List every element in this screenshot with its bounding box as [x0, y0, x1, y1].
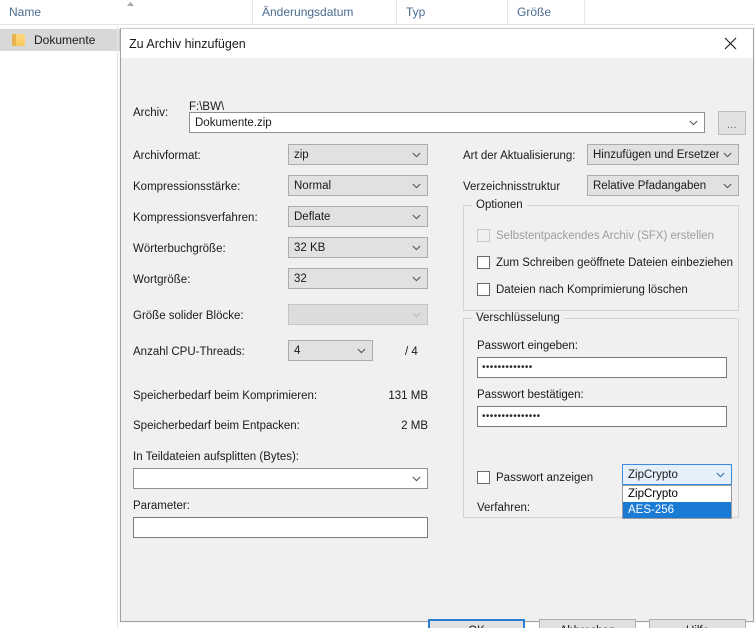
- checkbox-show-password-label: Passwort anzeigen: [496, 471, 594, 484]
- close-icon[interactable]: [708, 29, 753, 58]
- checkbox-delete-after-compression[interactable]: Dateien nach Komprimierung löschen: [477, 283, 688, 296]
- checkbox-show-password-box[interactable]: [477, 471, 490, 484]
- cancel-button[interactable]: Abbrechen: [539, 619, 636, 628]
- add-to-archive-dialog: Zu Archiv hinzufügen Archiv: F:\BW\ Doku…: [120, 28, 754, 628]
- cpu-threads-label: Anzahl CPU-Threads:: [133, 346, 245, 358]
- options-group: Optionen Selbstentpackendes Archiv (SFX)…: [463, 199, 739, 311]
- solid-block-size-combo: [288, 304, 428, 325]
- chevron-down-icon: [408, 238, 424, 257]
- chevron-down-icon: [408, 269, 424, 288]
- cpu-threads-value: 4: [294, 344, 301, 357]
- update-mode-combo[interactable]: Hinzufügen und Ersetzen: [587, 144, 739, 165]
- parameters-input[interactable]: [133, 517, 428, 538]
- compression-method-label: Kompressionsverfahren:: [133, 212, 258, 224]
- compression-level-combo[interactable]: Normal: [288, 175, 428, 196]
- archive-format-label: Archivformat:: [133, 150, 201, 162]
- encryption-method-value: ZipCrypto: [628, 468, 678, 481]
- help-button[interactable]: Hilfe: [649, 619, 746, 628]
- checkbox-show-password[interactable]: Passwort anzeigen: [477, 471, 593, 484]
- chevron-down-icon: [408, 305, 424, 324]
- word-size-combo[interactable]: 32: [288, 268, 428, 289]
- parameters-label: Parameter:: [133, 500, 190, 512]
- explorer-pane-divider: [117, 25, 118, 628]
- chevron-down-icon: [408, 176, 424, 195]
- list-item[interactable]: Dokumente: [0, 29, 120, 51]
- dropdown-option-aes256[interactable]: AES-256: [623, 502, 731, 518]
- sort-ascending-icon: [126, 1, 135, 7]
- column-header-type-label: Typ: [406, 5, 426, 19]
- solid-block-size-label: Größe solider Blöcke:: [133, 310, 244, 322]
- archive-format-combo[interactable]: zip: [288, 144, 428, 165]
- folder-icon: [12, 34, 25, 46]
- ok-button[interactable]: OK: [428, 619, 525, 628]
- checkbox-include-open-files[interactable]: Zum Schreiben geöffnete Dateien einbezie…: [477, 256, 733, 269]
- compression-method-value: Deflate: [294, 210, 331, 223]
- update-mode-value: Hinzufügen und Ersetzen: [593, 148, 719, 161]
- chevron-down-icon: [719, 145, 735, 164]
- options-group-title: Optionen: [472, 199, 527, 211]
- checkbox-sfx: Selbstentpackendes Archiv (SFX) erstelle…: [477, 229, 714, 242]
- column-header-size[interactable]: Größe: [508, 0, 585, 25]
- path-mode-value: Relative Pfadangaben: [593, 179, 707, 192]
- column-header-name-label: Name: [9, 5, 42, 19]
- split-volumes-label: In Teildateien aufsplitten (Bytes):: [133, 451, 299, 463]
- browse-button-label: ...: [727, 120, 737, 131]
- memory-compress-value: 131 MB: [388, 390, 428, 402]
- encryption-method-label: Verfahren:: [477, 502, 531, 514]
- column-header-size-label: Größe: [517, 5, 552, 19]
- password-label: Passwort eingeben:: [477, 340, 579, 352]
- archive-name-combo[interactable]: Dokumente.zip: [189, 112, 705, 133]
- dialog-title: Zu Archiv hinzufügen: [129, 37, 246, 51]
- browse-button[interactable]: ...: [718, 111, 746, 135]
- memory-compress-label: Speicherbedarf beim Komprimieren:: [133, 390, 318, 402]
- encryption-method-dropdown-list[interactable]: ZipCrypto AES-256: [622, 485, 732, 519]
- column-header-modified-label: Änderungsdatum: [262, 5, 354, 19]
- chevron-down-icon: [408, 207, 424, 226]
- password-input[interactable]: •••••••••••••: [477, 357, 727, 378]
- checkbox-delete-after-compression-label: Dateien nach Komprimierung löschen: [496, 283, 688, 296]
- memory-extract-value: 2 MB: [401, 420, 428, 432]
- checkbox-sfx-box: [477, 229, 490, 242]
- dropdown-option-zipcrypto[interactable]: ZipCrypto: [623, 486, 731, 502]
- chevron-down-icon: [712, 465, 728, 484]
- dialog-content: Archiv: F:\BW\ Dokumente.zip ... Archivf…: [121, 59, 753, 628]
- column-header-type[interactable]: Typ: [397, 0, 508, 25]
- chevron-down-icon: [408, 469, 424, 488]
- column-header-modified[interactable]: Änderungsdatum: [253, 0, 397, 25]
- confirm-password-input[interactable]: •••••••••••••••: [477, 406, 727, 427]
- compression-level-value: Normal: [294, 179, 332, 192]
- encryption-group-title: Verschlüsselung: [472, 312, 564, 324]
- path-mode-combo[interactable]: Relative Pfadangaben: [587, 175, 739, 196]
- cpu-threads-max: / 4: [405, 346, 418, 358]
- update-mode-label: Art der Aktualisierung:: [463, 150, 576, 162]
- checkbox-delete-after-compression-box[interactable]: [477, 283, 490, 296]
- word-size-value: 32: [294, 272, 307, 285]
- archive-label: Archiv:: [133, 107, 169, 119]
- encryption-method-combo[interactable]: ZipCrypto: [622, 464, 732, 485]
- dictionary-size-value: 32 KB: [294, 241, 326, 254]
- column-header-extra[interactable]: [585, 0, 755, 25]
- compression-level-label: Kompressionsstärke:: [133, 181, 241, 193]
- explorer-column-header: Name Änderungsdatum Typ Größe: [0, 0, 755, 25]
- chevron-down-icon: [719, 176, 735, 195]
- cpu-threads-combo[interactable]: 4: [288, 340, 373, 361]
- memory-extract-label: Speicherbedarf beim Entpacken:: [133, 420, 300, 432]
- dictionary-size-label: Wörterbuchgröße:: [133, 243, 226, 255]
- chevron-down-icon: [353, 341, 369, 360]
- checkbox-include-open-files-label: Zum Schreiben geöffnete Dateien einbezie…: [496, 256, 733, 269]
- chevron-down-icon: [408, 145, 424, 164]
- confirm-password-label: Passwort bestätigen:: [477, 389, 584, 401]
- archive-format-value: zip: [294, 148, 309, 161]
- split-volumes-combo[interactable]: [133, 468, 428, 489]
- path-mode-label: Verzeichnisstruktur: [463, 181, 561, 193]
- word-size-label: Wortgröße:: [133, 274, 191, 286]
- dictionary-size-combo[interactable]: 32 KB: [288, 237, 428, 258]
- compression-method-combo[interactable]: Deflate: [288, 206, 428, 227]
- dialog-titlebar[interactable]: Zu Archiv hinzufügen: [121, 29, 753, 59]
- archive-name-value: Dokumente.zip: [195, 116, 272, 129]
- list-item-label: Dokumente: [34, 33, 96, 47]
- checkbox-sfx-label: Selbstentpackendes Archiv (SFX) erstelle…: [496, 229, 714, 242]
- chevron-down-icon: [685, 113, 701, 132]
- checkbox-include-open-files-box[interactable]: [477, 256, 490, 269]
